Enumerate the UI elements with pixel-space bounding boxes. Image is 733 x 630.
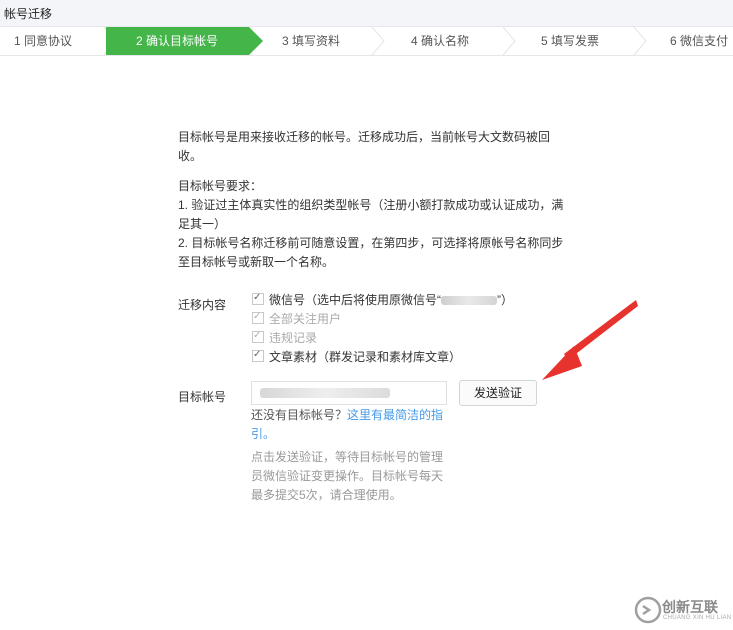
no-target-account-text: 还没有目标帐号？ [251,408,348,422]
requirement-1-line-2: 足其一） [178,217,227,231]
step-progress-bar: 1 同意协议 2 确认目标帐号 3 填写资料 4 确认名称 5 填写发票 6 微… [0,27,733,56]
step-separator [501,27,517,55]
option-all-followers-text: 全部关注用户 [269,312,342,326]
step-5: 5 填写发票 [541,34,600,48]
option-article-materials-text: 文章素材（群发记录和素材库文章） [269,350,462,364]
target-account-label: 目标帐号 [178,390,227,404]
requirement-2-line-1: 2. 目标帐号名称迁移前可随意设置，在第四步，可选择将原帐号名称同步 [178,236,564,250]
requirements-heading: 目标帐号要求： [178,179,263,193]
option-wechat-id-text: 微信号（选中后将使用原微信号“ [269,293,441,307]
watermark-subtext: CHUANG XIN HU LIAN [663,615,732,621]
description-block: 目标帐号是用来接收迁移的帐号。迁移成功后，当前帐号大文数码被回 收。 目标帐号要… [178,128,573,272]
option-wechat-id-text-end: ”） [497,293,513,307]
verification-note: 点击发送验证，等待目标帐号的管理 员微信验证变更操作。目标帐号每天 最多提交5次… [251,448,447,505]
active-step-arrow [249,27,263,55]
window-title: 帐号迁移 [4,7,53,21]
checkbox-checked-icon [252,327,264,345]
option-all-followers: 全部关注用户 [252,308,342,328]
step-4: 4 确认名称 [411,34,470,48]
redacted-target-account [260,388,390,398]
watermark-logo: 创新互联 CHUANG XIN HU LIAN [632,590,733,630]
redacted-wechat-id [441,296,497,306]
no-target-account-hint: 还没有目标帐号？这里有最简洁的指 引。 [251,406,447,444]
watermark-logo-icon [634,596,662,624]
checkbox-checked-icon[interactable] [252,289,264,307]
option-violation-records-text: 违规记录 [269,331,318,345]
intro-line-1: 目标帐号是用来接收迁移的帐号。迁移成功后，当前帐号大文数码被回 [178,130,551,144]
option-article-materials[interactable]: 文章素材（群发记录和素材库文章） [252,346,462,366]
step-2-active: 2 确认目标帐号 [106,27,263,55]
note-line-2: 员微信验证变更操作。目标帐号每天 [251,469,444,483]
target-account-input[interactable] [251,381,447,405]
step-6: 6 微信支付 [670,34,729,48]
note-line-3: 最多提交5次，请合理使用。 [251,488,402,502]
send-verification-button[interactable]: 发送验证 [459,380,537,406]
step-1: 1 同意协议 [14,34,73,48]
red-annotation-arrow-icon [542,300,638,380]
intro-line-2: 收。 [178,149,203,163]
requirement-1-line-1: 1. 验证过主体真实性的组织类型帐号（注册小额打款成功或认证成功，满 [178,198,564,212]
guide-link[interactable]: 这里有最简洁的指 [347,408,443,422]
window-title-bar: 帐号迁移 [0,0,733,27]
option-wechat-id[interactable]: 微信号（选中后将使用原微信号“ ”） [252,289,513,309]
step-3: 3 填写资料 [282,34,341,48]
note-line-1: 点击发送验证，等待目标帐号的管理 [251,450,444,464]
checkbox-checked-icon[interactable] [252,346,264,364]
guide-link-end[interactable]: 引。 [251,427,275,441]
option-violation-records: 违规记录 [252,327,318,347]
step-2-label: 2 确认目标帐号 [136,34,219,48]
step-separator [632,27,648,55]
watermark-text: 创新互联 [662,599,718,615]
checkbox-checked-icon [252,308,264,326]
step-separator [370,27,386,55]
requirement-2-line-2: 至目标帐号或新取一个名称。 [178,255,335,269]
migration-content-label: 迁移内容 [178,298,227,312]
